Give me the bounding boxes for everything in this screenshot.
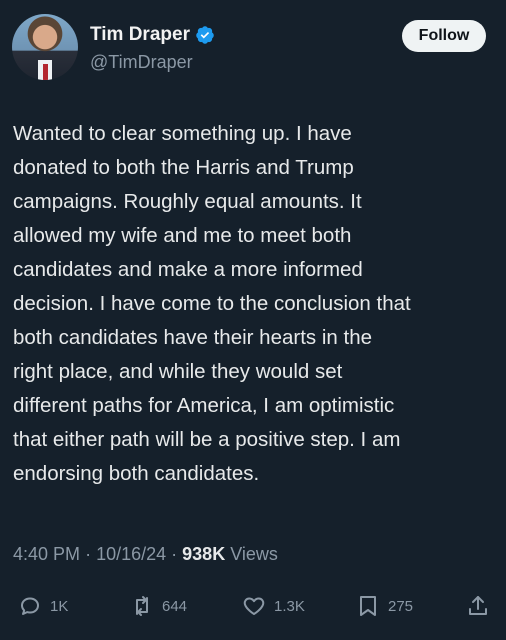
like-button[interactable]: 1.3K bbox=[242, 594, 305, 618]
reply-count: 1K bbox=[50, 597, 69, 615]
meta-separator: · bbox=[171, 544, 183, 564]
tweet-header: Tim Draper @TimDraper Follow bbox=[12, 14, 486, 82]
tweet-meta: 4:40 PM · 10/16/24 · 938K Views bbox=[13, 544, 278, 565]
bookmark-icon bbox=[360, 596, 376, 616]
verified-badge-icon bbox=[196, 26, 214, 44]
reply-icon bbox=[21, 597, 39, 615]
repost-icon bbox=[136, 596, 148, 616]
share-button[interactable] bbox=[466, 594, 490, 618]
author-handle[interactable]: @TimDraper bbox=[90, 52, 193, 73]
reply-button[interactable]: 1K bbox=[18, 594, 68, 618]
author-name[interactable]: Tim Draper bbox=[90, 24, 190, 46]
avatar[interactable] bbox=[12, 14, 78, 80]
tweet-text: Wanted to clear something up. I have don… bbox=[13, 122, 411, 485]
follow-button[interactable]: Follow bbox=[402, 20, 486, 52]
heart-icon bbox=[243, 597, 265, 615]
share-icon bbox=[469, 596, 487, 615]
views-label: Views bbox=[230, 544, 278, 564]
views-count: 938K bbox=[182, 544, 226, 564]
bookmark-count: 275 bbox=[388, 597, 414, 615]
repost-button[interactable]: 644 bbox=[130, 594, 187, 618]
tweet-date[interactable]: 10/16/24 bbox=[96, 544, 166, 564]
bookmark-button[interactable]: 275 bbox=[356, 594, 413, 618]
author-name-row: Tim Draper bbox=[90, 24, 215, 46]
tweet-time[interactable]: 4:40 PM bbox=[13, 544, 80, 564]
repost-count: 644 bbox=[162, 597, 188, 615]
action-bar: 1K 644 1.3K 275 bbox=[10, 588, 496, 624]
meta-separator: · bbox=[85, 544, 97, 564]
like-count: 1.3K bbox=[274, 597, 305, 615]
